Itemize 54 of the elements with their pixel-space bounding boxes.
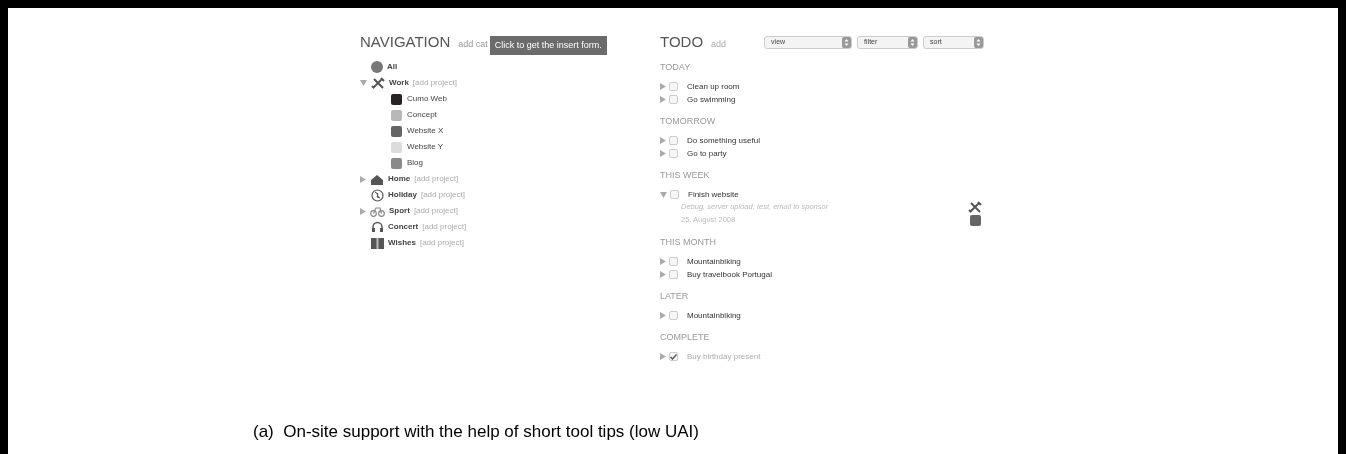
- checkbox[interactable]: [669, 352, 678, 361]
- expand-arrow-icon[interactable]: [660, 191, 667, 198]
- group-heading: TOMORROW: [660, 117, 717, 126]
- expand-arrow-icon[interactable]: [660, 96, 666, 103]
- category-item[interactable]: Wishes: [388, 237, 416, 249]
- category-item[interactable]: Concert: [388, 221, 419, 233]
- project-item[interactable]: Blog: [407, 157, 423, 169]
- navigation-title: NAVIGATION: [360, 34, 451, 49]
- todo-item[interactable]: Mountainbiking: [687, 309, 741, 322]
- group-heading: TODAY: [660, 63, 692, 72]
- headphones-icon: [371, 221, 384, 233]
- todo-item[interactable]: Do something useful: [687, 134, 760, 147]
- category-item[interactable]: Work: [389, 77, 409, 89]
- circle-icon: [371, 61, 383, 73]
- updown-arrows-icon: [842, 37, 852, 48]
- expand-arrow-icon[interactable]: [660, 137, 666, 144]
- gift-icon: [371, 237, 384, 249]
- tools-icon: [968, 201, 982, 213]
- tools-icon: [371, 77, 385, 89]
- todo-item[interactable]: Buy travelbook Portugal: [687, 268, 772, 281]
- expand-arrow-icon[interactable]: [660, 353, 666, 360]
- category-item[interactable]: All: [387, 61, 398, 73]
- category-item[interactable]: Holiday: [388, 189, 417, 201]
- todo-item[interactable]: Clean up room: [687, 80, 740, 93]
- expand-arrow-icon[interactable]: [360, 80, 367, 86]
- expand-arrow-icon[interactable]: [660, 258, 666, 265]
- todo-title: TODO: [660, 34, 704, 49]
- checkmark-icon: [670, 353, 677, 360]
- group-heading: COMPLETE: [660, 333, 711, 342]
- todo-item[interactable]: Go swimming: [687, 93, 736, 106]
- todo-item[interactable]: Go to party: [687, 147, 727, 160]
- expand-arrow-icon[interactable]: [360, 175, 366, 183]
- category-item[interactable]: Home: [388, 173, 411, 185]
- project-item[interactable]: Concept: [407, 109, 437, 121]
- updown-arrows-icon: [974, 37, 984, 48]
- group-heading: THIS MONTH: [660, 238, 717, 247]
- todo-item[interactable]: Mountainbiking: [687, 255, 741, 268]
- bicycle-icon: [370, 205, 385, 217]
- tooltip: Click to get the insert form.: [489, 35, 607, 55]
- todo-item[interactable]: Finish website: [688, 188, 739, 201]
- project-item[interactable]: Website Y: [407, 141, 444, 153]
- house-icon: [370, 173, 384, 185]
- group-heading: LATER: [660, 292, 690, 301]
- project-item[interactable]: Cumo Web: [407, 93, 447, 105]
- figure-caption: (a) On-site support with the help of short tool tips (low UAI): [253, 421, 699, 441]
- expand-arrow-icon[interactable]: [660, 271, 666, 278]
- project-item[interactable]: Website X: [407, 125, 444, 137]
- expand-arrow-icon[interactable]: [360, 207, 366, 215]
- updown-arrows-icon: [908, 37, 918, 48]
- category-item[interactable]: Sport: [389, 205, 410, 217]
- expand-arrow-icon[interactable]: [660, 150, 666, 157]
- group-heading: THIS WEEK: [660, 171, 711, 180]
- expand-arrow-icon[interactable]: [660, 83, 666, 90]
- expand-arrow-icon[interactable]: [660, 312, 666, 319]
